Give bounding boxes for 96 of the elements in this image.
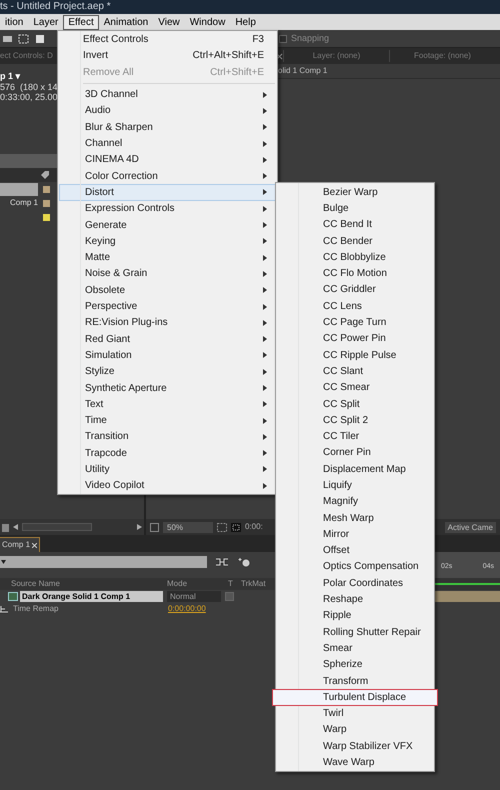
menu-item[interactable]: Wave Warp [272,754,438,771]
comp-info: 576 (180 x 14 [0,82,58,92]
mode-dropdown[interactable]: Normal [167,591,221,602]
submenu-arrow-icon [263,336,267,342]
submenu-arrow-icon [263,189,267,196]
solid-layer-icon [8,592,18,601]
submenu-arrow-icon [263,222,267,228]
menu-item[interactable]: Animation [98,14,154,30]
submenu-arrow-icon [263,238,267,244]
sparkle-icon[interactable] [237,557,251,567]
column-heading[interactable]: T [228,578,241,590]
menu-item[interactable]: Window [184,14,230,30]
menu-item[interactable]: Mesh Warp [272,510,438,526]
rectangle-tool-icon[interactable] [34,34,46,44]
submenu-arrow-icon [263,384,267,391]
column-heading[interactable]: Mode [167,578,228,590]
menu-item[interactable]: Help [230,14,261,30]
submenu-arrow-icon [263,450,267,456]
region-icon[interactable] [217,522,227,532]
submenu-arrow-icon [263,401,267,408]
marquee-icon[interactable] [18,34,30,44]
menu-item[interactable]: Optics Compensation [272,558,438,576]
layer-name[interactable]: Dark Orange Solid 1 Comp 1 [20,591,163,602]
comp-label: olid 1 Comp 1 [278,65,328,77]
submenu-arrow-icon [263,124,267,130]
submenu-arrow-icon [263,270,267,277]
zoom-dropdown[interactable]: 50% [163,522,213,532]
menu-item[interactable]: Warp Stabilizer VFX [272,738,438,754]
tag-icon [40,170,49,180]
menu-command[interactable]: Invert Ctrl+Alt+Shift+E [58,48,277,64]
submenu-arrow-icon [263,482,267,489]
menu-item[interactable]: Distort [59,184,276,201]
menu-item[interactable]: Ripple [272,608,438,624]
timecode[interactable]: 0:00: [245,521,263,533]
column-heading[interactable]: Source Name [11,578,167,590]
transparency-icon[interactable] [231,522,241,532]
submenu-arrow-icon [263,304,267,310]
comp-info: 0:33:00, 25.00 [0,92,58,102]
layer-duration-bar [435,591,500,602]
submenu-arrow-icon [263,352,267,358]
submenu-arrow-icon [263,418,267,424]
snapping-checkbox[interactable] [279,34,287,42]
track-matte-checkbox[interactable] [225,592,234,601]
menu-item[interactable]: Color Correction [59,168,276,184]
comp-name[interactable]: p 1 ▾ [0,70,21,82]
menu-item[interactable]: CINEMA 4D [59,152,276,168]
menu-item[interactable]: Spherize [272,656,438,673]
menu-item[interactable]: Warp [272,722,438,738]
timeline-tab[interactable]: Comp 1 [0,537,40,552]
menu-item[interactable]: Magnify [272,494,438,510]
submenu-arrow-icon [263,108,267,114]
menu-item[interactable]: View [153,14,185,30]
property-name: Time Remap [13,603,60,615]
project-item-name: Comp 1 [10,197,38,209]
menu-item[interactable]: Blur & Sharpen [59,119,276,136]
menu-item[interactable]: Smear [272,640,438,657]
menu-item[interactable]: ition [0,14,28,30]
project-row[interactable]: Comp 1 [0,196,52,210]
menu-item[interactable]: Channel [59,135,276,152]
submenu-arrow-icon [263,173,267,180]
menu-item[interactable]: Rolling Shutter Repair [272,624,438,640]
submenu-arrow-icon [263,254,267,261]
menu-item[interactable]: Audio [59,102,276,120]
menu-item[interactable]: Transform [272,672,438,690]
submenu-arrow-icon [263,466,267,472]
menu-item[interactable]: Turbulent Displace [272,689,438,706]
menu-item[interactable]: Mirror [272,526,438,543]
menu-item[interactable]: 3D Channel [59,86,276,103]
close-icon[interactable] [276,52,283,60]
scroll-left-icon[interactable] [13,524,18,530]
menu-command[interactable]: Effect Controls F3 [58,31,277,48]
scroll-right-icon[interactable] [137,524,142,530]
column-heading[interactable]: TrkMat [241,578,266,590]
project-row[interactable] [0,182,52,196]
submenu-arrow-icon [263,140,267,147]
menu-item[interactable]: Reshape [272,591,438,608]
submenu-arrow-icon [263,206,267,212]
submenu-arrow-icon [263,320,267,326]
submenu-arrow-icon [263,434,267,440]
submenu-arrow-icon [263,287,267,294]
snapping-label: Snapping [291,32,330,45]
menu-item[interactable]: Twirl [272,706,438,722]
menu-item[interactable]: Layer [28,14,64,30]
submenu-arrow-icon [263,92,267,98]
scrollbar[interactable] [22,523,92,531]
search-field[interactable] [0,556,207,568]
camera-dropdown[interactable]: Active Came [444,522,496,532]
submenu-arrow-icon [263,156,267,163]
property-value[interactable]: 0:00:00:00 [168,603,206,615]
window-title: ts - Untitled Project.aep * [0,2,111,12]
submenu-arrow-icon [263,368,267,375]
menu-item[interactable]: Offset [272,542,438,559]
menu-item[interactable]: Polar Coordinates [272,575,438,592]
menu-item[interactable]: Effect [63,14,99,30]
close-icon[interactable] [32,542,38,548]
dropdown-arrow-icon [1,560,6,564]
